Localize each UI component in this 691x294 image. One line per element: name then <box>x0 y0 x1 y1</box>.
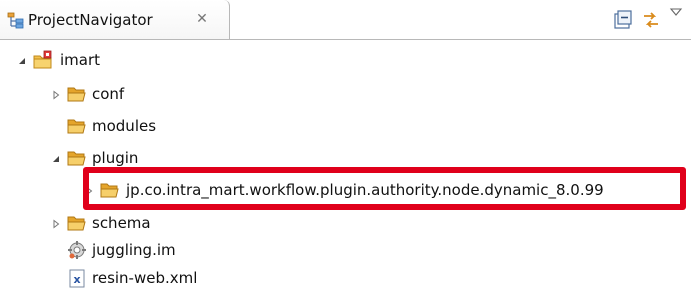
folder-icon <box>100 180 120 200</box>
tree-item-conf[interactable]: conf <box>0 79 691 110</box>
project-icon <box>33 50 53 70</box>
collapsed-arrow-icon[interactable] <box>82 175 96 206</box>
folder-icon <box>67 213 87 233</box>
close-icon[interactable]: ✕ <box>193 10 211 28</box>
juggling-file-icon <box>67 240 87 260</box>
folder-icon <box>67 116 87 136</box>
expanded-arrow-icon[interactable] <box>15 45 29 76</box>
view-tab-bar: ProjectNavigator ✕ <box>0 0 691 40</box>
tree-item-plugin[interactable]: plugin <box>0 143 691 174</box>
project-navigator-view: ProjectNavigator ✕ imart conf modules pl… <box>0 0 691 289</box>
tree-item-resin-web[interactable]: x resin-web.xml <box>0 263 691 294</box>
project-navigator-tab[interactable]: ProjectNavigator ✕ <box>0 0 230 39</box>
project-navigator-icon <box>7 11 25 29</box>
link-with-editor-icon[interactable] <box>640 9 662 31</box>
tree-item-label: juggling.im <box>92 241 176 259</box>
svg-text:x: x <box>73 273 80 286</box>
view-title: ProjectNavigator <box>28 11 153 29</box>
tree-item-label: plugin <box>92 149 139 167</box>
tree-item-label: schema <box>92 214 151 232</box>
project-tree: imart conf modules plugin jp.co.intra_ma… <box>0 40 691 289</box>
tree-item-label: resin-web.xml <box>92 269 198 287</box>
folder-icon <box>67 84 87 104</box>
tree-item-label: jp.co.intra_mart.workflow.plugin.authori… <box>126 181 604 199</box>
collapsed-arrow-icon[interactable] <box>49 79 63 110</box>
tree-item-label: imart <box>60 51 101 69</box>
tree-item-workflow-plugin[interactable]: jp.co.intra_mart.workflow.plugin.authori… <box>0 175 691 206</box>
collapse-all-icon[interactable] <box>612 9 634 31</box>
expanded-arrow-icon[interactable] <box>49 143 63 174</box>
tree-item-juggling[interactable]: juggling.im <box>0 235 691 266</box>
tree-item-label: conf <box>92 85 125 103</box>
tree-item-label: modules <box>92 117 157 135</box>
tree-item-modules[interactable]: modules <box>0 111 691 142</box>
xml-file-icon: x <box>67 268 87 288</box>
view-menu-icon[interactable] <box>668 4 684 18</box>
folder-icon <box>67 148 87 168</box>
tree-item-imart[interactable]: imart <box>0 45 691 76</box>
